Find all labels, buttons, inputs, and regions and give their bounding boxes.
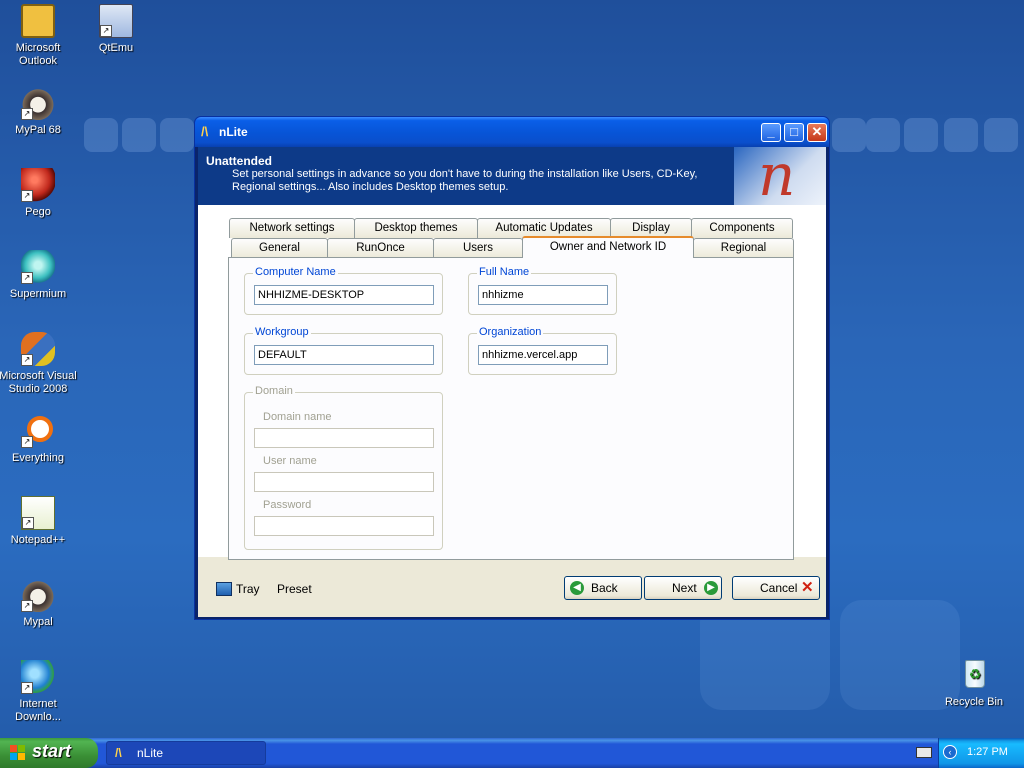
next-label: Next <box>672 581 697 595</box>
preset-link[interactable]: Preset <box>277 582 312 596</box>
tray-button[interactable]: Tray <box>216 580 260 598</box>
maximize-button[interactable]: □ <box>784 123 804 142</box>
desktop-icon-visual-studio[interactable]: ↗ Microsoft Visual Studio 2008 <box>0 332 78 396</box>
outlook-icon <box>21 4 55 38</box>
desktop-icon-mypal68[interactable]: ↗ MyPal 68 <box>0 86 78 137</box>
tab-regional[interactable]: Regional <box>693 238 794 258</box>
workgroup-group: Workgroup <box>244 326 443 375</box>
tab-general[interactable]: General <box>231 238 328 258</box>
domain-group: Domain Domain name User name Password <box>244 385 443 550</box>
full-name-field[interactable] <box>478 285 608 305</box>
full-name-label: Full Name <box>477 266 532 278</box>
nlite-logo-icon: /\ <box>201 124 209 139</box>
desktop-icon-label: Microsoft Visual Studio 2008 <box>0 370 77 395</box>
desktop-icon-label: Supermium <box>9 288 67 300</box>
page-header: Unattended Set personal settings in adva… <box>198 147 826 205</box>
tab-desktop-themes[interactable]: Desktop themes <box>354 218 478 238</box>
desktop-icon-label: MyPal 68 <box>15 124 61 136</box>
tab-components[interactable]: Components <box>691 218 793 238</box>
cancel-label: Cancel <box>760 581 798 595</box>
desktop-icon-label: Recycle Bin <box>944 696 1004 708</box>
notepad-icon: ↗ <box>21 496 55 530</box>
domain-name-label: Domain name <box>263 411 332 423</box>
organization-group: Organization <box>468 326 617 375</box>
desktop-icon-outlook[interactable]: Microsoft Outlook <box>0 4 78 68</box>
windows-flag-icon <box>10 745 26 761</box>
desktop-icon-label: Notepad++ <box>10 534 66 546</box>
start-label: start <box>32 741 72 761</box>
raccoon-icon: ↗ <box>21 578 55 612</box>
desktop-icon-label: Internet Downlo... <box>15 698 61 723</box>
globe-download-icon: ↗ <box>21 660 55 694</box>
page-title: Unattended <box>206 154 272 168</box>
back-arrow-icon: ◀ <box>570 581 584 595</box>
back-button[interactable]: ◀ Back <box>564 576 642 600</box>
wizard-footer: Tray Preset ◀ Back Next ▶ Cancel ✕ <box>198 557 826 617</box>
desktop-icon-recycle-bin[interactable]: ♻ Recycle Bin <box>934 658 1014 709</box>
cancel-button[interactable]: Cancel ✕ <box>732 576 820 600</box>
start-button[interactable]: start <box>0 738 98 768</box>
domain-name-field <box>254 428 434 448</box>
visual-studio-icon: ↗ <box>21 332 55 366</box>
tab-display[interactable]: Display <box>610 218 692 238</box>
desktop-icon-mypal[interactable]: ↗ Mypal <box>0 578 78 629</box>
monitor-icon: ↗ <box>99 4 133 38</box>
next-arrow-icon: ▶ <box>704 581 718 595</box>
password-label: Password <box>263 499 312 511</box>
user-name-label: User name <box>263 455 317 467</box>
tab-automatic-updates[interactable]: Automatic Updates <box>477 218 611 238</box>
nlite-n-logo-icon: n <box>734 147 826 205</box>
computer-name-label: Computer Name <box>253 266 338 278</box>
desktop-icon-everything[interactable]: ↗ Everything <box>0 414 78 465</box>
desktop-icon-label: Microsoft Outlook <box>15 42 61 67</box>
minimize-button[interactable]: _ <box>761 123 781 142</box>
page-description: Set personal settings in advance so you … <box>232 168 698 193</box>
tab-users[interactable]: Users <box>433 238 523 258</box>
recycle-bin-icon: ♻ <box>957 658 991 692</box>
next-button[interactable]: Next ▶ <box>644 576 722 600</box>
magnifier-icon: ↗ <box>21 414 55 448</box>
desktop-icon-qtemu[interactable]: ↗ QtEmu <box>76 4 156 55</box>
computer-name-field[interactable] <box>254 285 434 305</box>
password-field <box>254 516 434 536</box>
cancel-x-icon: ✕ <box>801 579 814 596</box>
organization-label: Organization <box>477 326 544 338</box>
workgroup-field[interactable] <box>254 345 434 365</box>
close-button[interactable]: ✕ <box>807 123 827 142</box>
desktop-icon-pego[interactable]: ↗ Pego <box>0 168 78 219</box>
computer-name-group: Computer Name <box>244 266 443 315</box>
desktop-icon-label: Mypal <box>23 616 53 628</box>
desktop-icon-notepadpp[interactable]: ↗ Notepad++ <box>0 496 78 547</box>
desktop-icon-label: Pego <box>25 206 51 218</box>
taskbar-item-label: nLite <box>137 746 164 760</box>
tray-label: Tray <box>236 582 260 596</box>
taskbar-item-nlite[interactable]: /\ nLite <box>106 741 266 765</box>
supermium-icon: ↗ <box>21 250 55 284</box>
window-title: nLite <box>219 125 248 139</box>
nlite-logo-icon: /\ <box>115 746 122 760</box>
title-bar[interactable]: /\ nLite _ □ ✕ <box>195 117 829 147</box>
red-ball-icon: ↗ <box>21 168 55 202</box>
tray-icon <box>216 582 232 596</box>
desktop-icon-supermium[interactable]: ↗ Supermium <box>0 250 78 301</box>
clock[interactable]: 1:27 PM <box>967 746 1008 758</box>
keyboard-icon[interactable] <box>916 747 932 758</box>
workgroup-label: Workgroup <box>253 326 311 338</box>
tab-runonce[interactable]: RunOnce <box>327 238 434 258</box>
domain-label: Domain <box>253 385 295 397</box>
full-name-group: Full Name <box>468 266 617 315</box>
user-name-field <box>254 472 434 492</box>
desktop-icon-internet-download[interactable]: ↗ Internet Downlo... <box>0 660 78 724</box>
raccoon-icon: ↗ <box>21 86 55 120</box>
desktop-icon-label: QtEmu <box>98 42 134 54</box>
tab-network-settings[interactable]: Network settings <box>229 218 355 238</box>
taskbar: start /\ nLite ‹ 1:27 PM <box>0 738 1024 768</box>
organization-field[interactable] <box>478 345 608 365</box>
system-tray: ‹ 1:27 PM <box>938 738 1024 768</box>
show-hidden-icons-button[interactable]: ‹ <box>943 745 957 759</box>
back-label: Back <box>591 581 618 595</box>
desktop-icon-label: Everything <box>12 452 64 464</box>
owner-network-panel: Computer Name Full Name Workgroup Organi… <box>228 257 794 560</box>
tab-owner-network-id[interactable]: Owner and Network ID <box>522 236 694 258</box>
